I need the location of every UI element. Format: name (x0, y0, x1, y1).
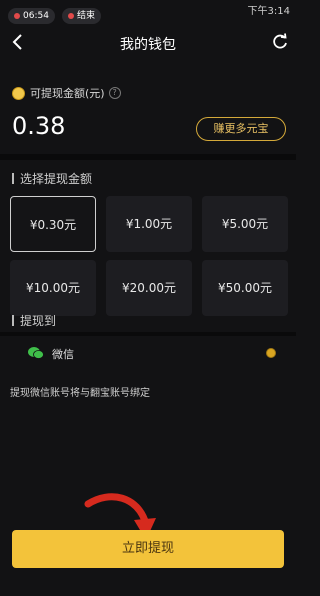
withdraw-to-title: 提现到 (12, 312, 56, 329)
clock-text: 06:54 (23, 11, 49, 21)
wechat-label: 微信 (52, 348, 74, 361)
amount-option-50-00[interactable]: ¥50.00元 (202, 260, 288, 316)
withdraw-now-button[interactable]: 立即提现 (12, 530, 284, 568)
amount-option-1-00[interactable]: ¥1.00元 (106, 196, 192, 252)
end-text: 结束 (77, 11, 96, 21)
amount-option-10-00[interactable]: ¥10.00元 (10, 260, 96, 316)
record-dot-icon (14, 12, 20, 19)
end-dot-icon (68, 12, 74, 19)
wechat-option[interactable]: 微信 (10, 338, 288, 370)
selected-radio-icon[interactable] (266, 348, 276, 358)
section-marker (12, 173, 14, 184)
section-marker-2 (12, 315, 14, 326)
select-amount-title-text: 选择提现金额 (20, 172, 93, 186)
balance-label-text: 可提现金额(元) (30, 87, 105, 100)
balance-value: 0.38 (12, 112, 66, 140)
section-divider (0, 154, 296, 160)
nav-bar: 我的钱包 (0, 28, 296, 58)
balance-label: 可提现金额(元) ? (12, 85, 121, 101)
select-amount-title: 选择提现金额 (12, 170, 92, 187)
withdraw-to-title-text: 提现到 (20, 314, 57, 328)
end-pill[interactable]: 结束 (62, 8, 102, 24)
bind-note: 提现微信账号将与翻宝账号绑定 (10, 388, 150, 399)
amount-option-0-30[interactable]: ¥0.30元 (10, 196, 96, 252)
section-divider-2 (0, 332, 296, 336)
amount-option-5-00[interactable]: ¥5.00元 (202, 196, 288, 252)
earn-more-button[interactable]: 赚更多元宝 (196, 117, 286, 141)
refresh-icon[interactable] (270, 32, 290, 52)
status-bar: 06:54 结束 下午3:14 (0, 0, 296, 28)
help-icon[interactable]: ? (108, 87, 121, 99)
wechat-icon (28, 347, 44, 359)
coin-icon (12, 86, 25, 100)
page-title: 我的钱包 (120, 37, 176, 53)
amount-option-20-00[interactable]: ¥20.00元 (106, 260, 192, 316)
system-time: 下午3:14 (247, 6, 290, 17)
clock-pill: 06:54 (8, 8, 55, 24)
